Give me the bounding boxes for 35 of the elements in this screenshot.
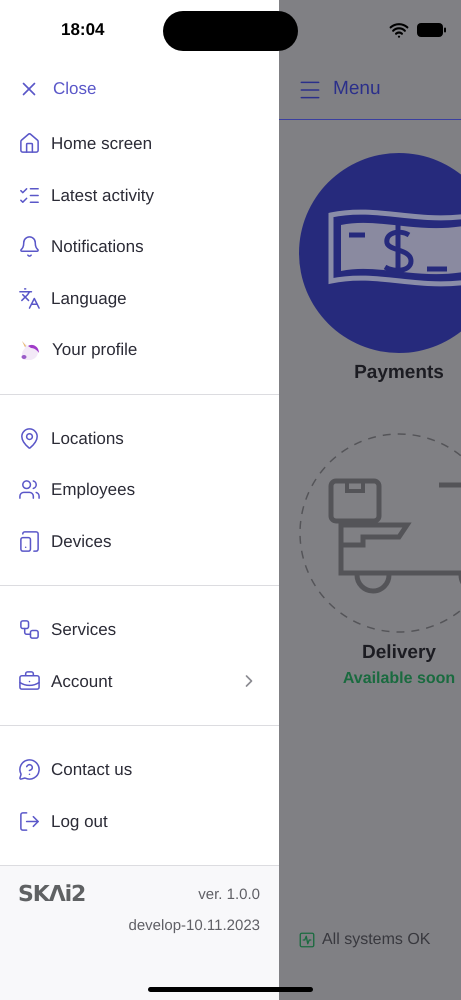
logo: SKΛi2	[18, 884, 86, 909]
menu-item[interactable]: Account	[0, 656, 279, 707]
menu-item[interactable]: Services	[0, 604, 279, 656]
wifi-icon	[389, 20, 409, 40]
status-time: 18:04	[61, 19, 104, 42]
bell-icon	[18, 235, 41, 258]
menu-item[interactable]: Log out	[0, 796, 279, 847]
network-icon	[18, 618, 41, 642]
menu-item[interactable]: Notifications	[0, 221, 279, 272]
version-text: ver. 1.0.0	[198, 885, 260, 905]
menu-item[interactable]: Latest activity	[0, 170, 279, 221]
availability-note: Available soon	[342, 669, 456, 689]
system-status: All systems OK	[322, 930, 430, 950]
home-icon	[18, 132, 41, 156]
people-icon	[18, 478, 41, 502]
map-pin-icon	[18, 426, 41, 450]
close-button[interactable]: Close	[0, 60, 279, 118]
activity-icon	[298, 931, 316, 949]
briefcase-icon	[18, 670, 41, 693]
battery-icon	[417, 23, 447, 37]
build-text: develop-10.11.2023	[128, 916, 260, 936]
menu-item[interactable]: Contact us	[0, 744, 279, 796]
question-bubble-icon	[18, 758, 41, 782]
menu-item[interactable]: Language	[0, 272, 279, 324]
tile-label: Delivery	[362, 640, 436, 664]
menu-item[interactable]: Locations	[0, 412, 279, 464]
translate-icon	[18, 286, 41, 310]
logout-icon	[18, 810, 41, 833]
devices-icon	[18, 530, 41, 553]
menu-item[interactable]: Devices	[0, 516, 279, 567]
tile-label: Payments	[354, 361, 444, 385]
menu-title: Menu	[333, 77, 381, 102]
menu-item[interactable]: Your profile	[0, 324, 279, 376]
menu-item[interactable]: Employees	[0, 464, 279, 516]
menu-item[interactable]: Home screen	[0, 118, 279, 170]
